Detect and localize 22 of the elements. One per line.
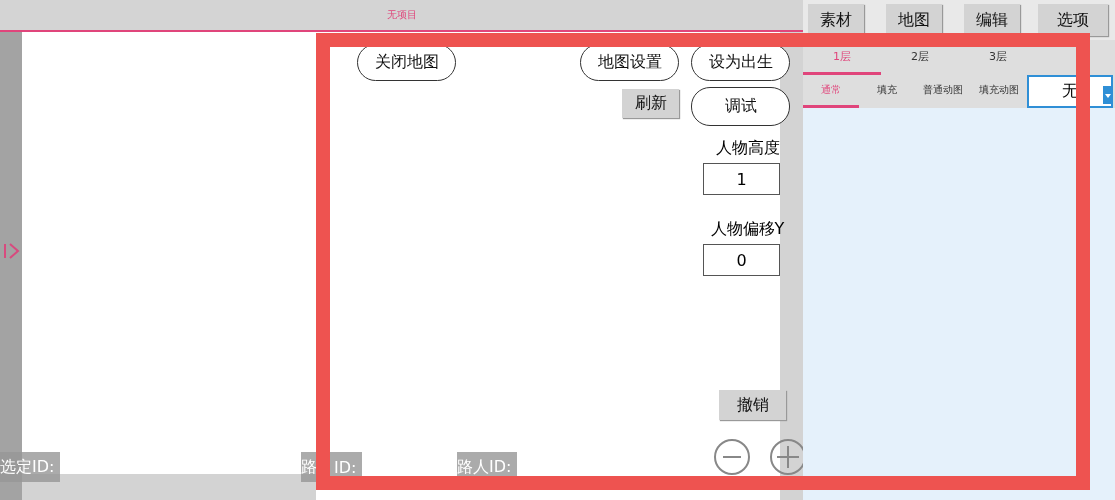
brush-tab[interactable]: 普通动图	[915, 75, 971, 108]
input-field[interactable]: 1	[703, 163, 780, 195]
layer-tab[interactable]: 2层	[881, 40, 959, 75]
field-label: 人物偏移Y	[709, 219, 786, 240]
layer-tab[interactable]: 3层	[959, 40, 1037, 75]
id-label: 路	[301, 456, 317, 478]
nav-button[interactable]: 编辑	[964, 4, 1020, 36]
nav-button[interactable]: 地图	[886, 4, 942, 36]
brush-tab[interactable]: 填充动图	[971, 75, 1027, 108]
zoom-out-icon[interactable]	[713, 438, 751, 476]
input-field[interactable]: 0	[703, 244, 780, 276]
nav-button[interactable]: 选项	[1038, 4, 1108, 36]
debug-button[interactable]: 调试	[691, 87, 790, 126]
id-label: ID:	[334, 457, 357, 477]
refresh-button[interactable]: 刷新	[622, 89, 679, 118]
id-label: 路人ID:	[457, 456, 512, 478]
id-label: 选定ID:	[0, 456, 55, 478]
brush-tab[interactable]: 填充	[859, 75, 915, 108]
field-label: 人物高度	[714, 138, 781, 159]
project-title: 无项目	[386, 8, 417, 22]
nav-button[interactable]: 素材	[808, 4, 864, 36]
undo-button[interactable]: 撤销	[719, 390, 786, 420]
